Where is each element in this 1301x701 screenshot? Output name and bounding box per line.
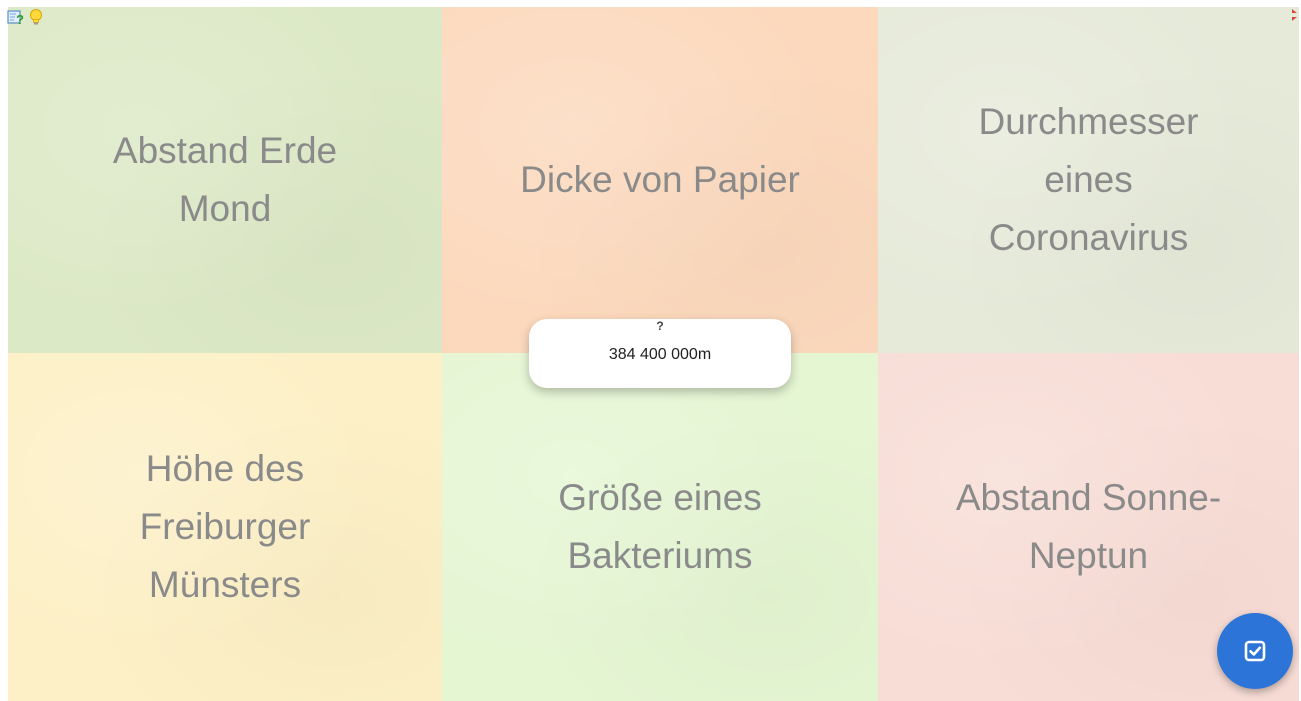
category-label: Abstand Erde Mond (112, 130, 338, 229)
category-cell-dicke-von-papier[interactable]: Dicke von Papier (442, 7, 878, 353)
check-solution-button[interactable] (1217, 613, 1293, 689)
check-icon (1244, 640, 1266, 662)
category-label: Dicke von Papier (520, 159, 800, 200)
hint-lightbulb-icon[interactable] (27, 8, 45, 26)
category-cell-hoehe-freiburger-muenster[interactable]: Höhe des Freiburger Münsters (8, 353, 442, 701)
category-label: Abstand Sonne- Neptun (955, 477, 1222, 576)
draggable-value-card[interactable]: ? 384 400 000m (529, 319, 791, 388)
card-hint-marker[interactable]: ? (529, 319, 791, 333)
help-icon[interactable]: ? (7, 8, 25, 26)
category-label: Höhe des Freiburger Münsters (139, 448, 311, 605)
svg-text:?: ? (16, 12, 24, 26)
category-cell-abstand-erde-mond[interactable]: Abstand Erde Mond (8, 7, 442, 353)
top-left-toolbar: ? (7, 8, 45, 26)
category-cell-groesse-bakterium[interactable]: Größe eines Bakteriums (442, 353, 878, 701)
learningapp-stage: Abstand Erde Mond Dicke von Papier Durch… (0, 0, 1301, 701)
category-cell-durchmesser-coronavirus[interactable]: Durchmesser eines Coronavirus (878, 7, 1299, 353)
card-value-text: 384 400 000m (608, 346, 712, 363)
category-label: Durchmesser eines Coronavirus (978, 101, 1199, 258)
category-label: Größe eines Bakteriums (558, 477, 762, 576)
fullscreen-icon[interactable] (1290, 7, 1300, 23)
